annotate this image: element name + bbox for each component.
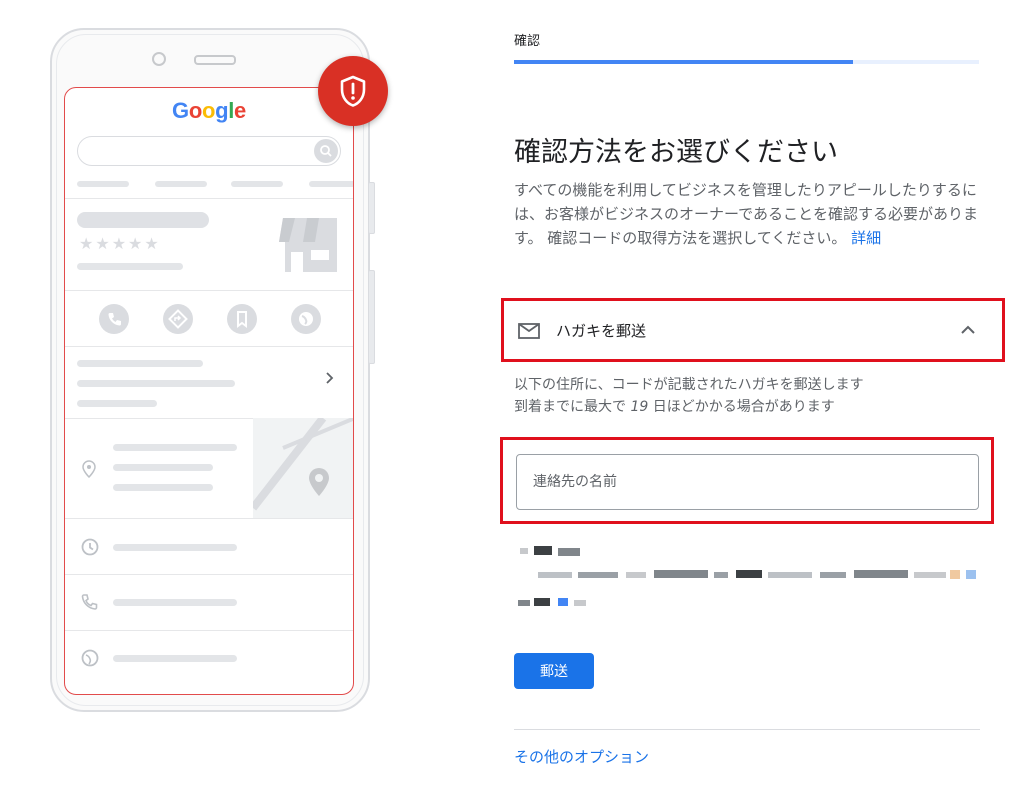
logo-letter: G: [172, 98, 189, 123]
bookmark-icon: [227, 304, 257, 334]
mail-icon: [518, 323, 540, 339]
web-icon: [80, 648, 100, 668]
clock-icon: [80, 537, 100, 557]
postcard-info: 以下の住所に、コードが記載されたハガキを郵送します 到着までに最大で 19 日ほ…: [514, 374, 864, 418]
placeholder-bar: [77, 400, 157, 407]
placeholder-bar: [309, 181, 353, 187]
mock-search-bar: [77, 136, 341, 166]
placeholder-bar: [113, 464, 213, 471]
redacted-address: [514, 544, 984, 614]
phone-speaker: [194, 55, 236, 65]
location-pin-icon: [81, 460, 97, 479]
placeholder-bar: [77, 181, 129, 187]
divider: [65, 198, 353, 199]
google-logo: Google: [65, 98, 353, 124]
divider: [514, 729, 980, 730]
option-label: ハガキを郵送: [556, 322, 647, 340]
shield-alert-icon: [318, 56, 388, 126]
divider: [65, 574, 353, 575]
logo-letter: o: [188, 98, 202, 123]
placeholder-bar: [113, 544, 237, 551]
placeholder-bar: [77, 263, 183, 270]
placeholder-bar: [77, 212, 209, 228]
progress-fill: [514, 60, 854, 64]
description-text: すべての機能を利用してビジネスを管理したりアピールしたりするには、お客様がビジネ…: [514, 181, 978, 247]
progress-bar: [514, 60, 979, 64]
placeholder-bar: [77, 360, 203, 367]
phone-side-button: [368, 182, 375, 234]
phone-side-button: [368, 270, 375, 364]
info-text: 到着までに最大で: [514, 399, 631, 415]
placeholder-bar: [113, 444, 237, 451]
search-icon: [314, 139, 338, 163]
placeholder-bar: [155, 181, 207, 187]
info-days: 19: [630, 399, 649, 415]
chevron-up-icon[interactable]: [959, 321, 977, 339]
phone-icon: [99, 304, 129, 334]
storefront-icon: [275, 212, 341, 274]
postcard-option-header[interactable]: ハガキを郵送: [501, 298, 1005, 362]
phone-camera: [152, 52, 166, 66]
info-text: 日ほどかかる場合があります: [648, 399, 835, 415]
chevron-right-icon: [325, 370, 335, 389]
map-thumbnail: [249, 415, 353, 518]
rating-stars: ★★★★★: [79, 234, 161, 253]
logo-letter: o: [201, 98, 216, 123]
other-options-link[interactable]: その他のオプション: [514, 746, 649, 767]
info-line: 以下の住所に、コードが記載されたハガキを郵送します: [514, 377, 864, 393]
contact-name-input[interactable]: [516, 454, 979, 510]
placeholder-bar: [77, 380, 235, 387]
directions-icon: [163, 304, 193, 334]
divider: [65, 630, 353, 631]
send-button[interactable]: 郵送: [514, 653, 594, 689]
details-link[interactable]: 詳細: [851, 229, 881, 247]
logo-letter: e: [234, 98, 246, 123]
description: すべての機能を利用してビジネスを管理したりアピールしたりするには、お客様がビジネ…: [514, 178, 980, 250]
logo-letter: g: [215, 98, 229, 123]
divider: [65, 346, 353, 347]
divider: [65, 290, 353, 291]
placeholder-bar: [231, 181, 283, 187]
phone-screen: Google ★★★★★: [64, 87, 354, 695]
step-label: 確認: [514, 34, 541, 49]
phone-icon: [80, 592, 100, 612]
placeholder-bar: [113, 599, 237, 606]
divider: [65, 518, 353, 519]
contact-name-field-frame: [500, 437, 994, 524]
placeholder-bar: [113, 655, 237, 662]
page-title: 確認方法をお選びください: [514, 137, 838, 169]
placeholder-bar: [113, 484, 213, 491]
globe-icon: [291, 304, 321, 334]
info-line: 到着までに最大で 19 日ほどかかる場合があります: [514, 396, 864, 418]
